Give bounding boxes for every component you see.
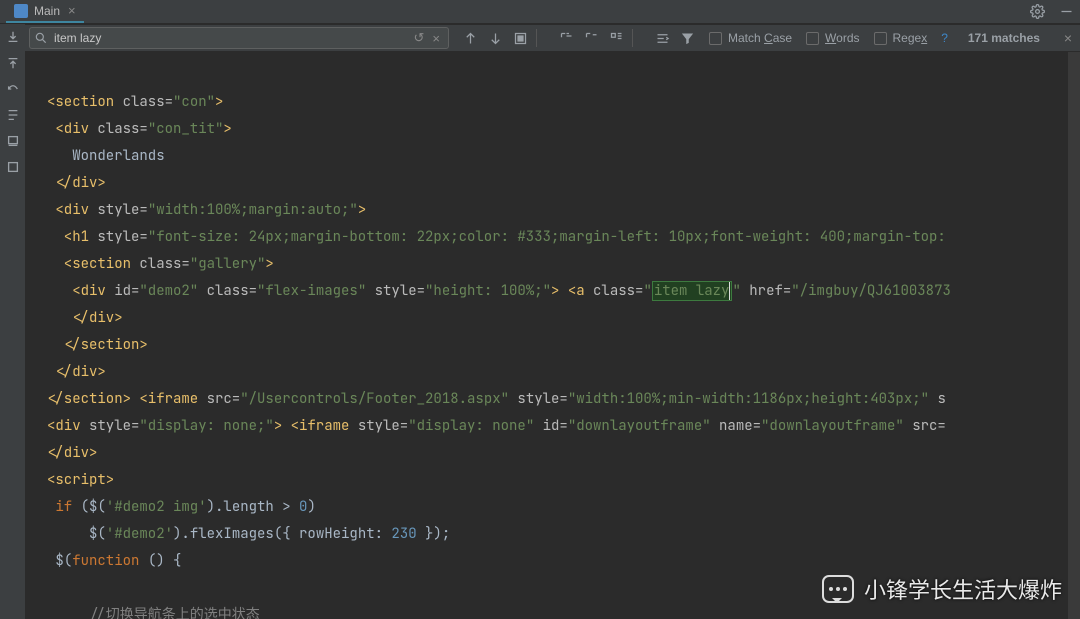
left-gutter [0,24,25,619]
toggle-style-icon[interactable] [655,31,670,46]
search-box[interactable]: ↺ × [29,27,449,49]
match-case-label: Match Case [728,31,792,45]
search-history-icon[interactable]: ↺ [410,30,429,46]
code-editor[interactable]: <section class="con"> <div class="con_ti… [25,52,1080,619]
scrollbar[interactable] [1068,52,1080,619]
filter-icon[interactable] [680,31,695,46]
wechat-icon [822,575,854,603]
separator [632,29,633,47]
watermark-text: 小锋学长生活大爆炸 [864,573,1062,605]
gutter-icon[interactable] [6,56,20,70]
separator [536,29,537,47]
regex-help-icon[interactable]: ? [941,31,948,45]
search-icon [34,31,48,45]
gutter-icon[interactable] [6,108,20,122]
gutter-icon[interactable] [6,82,20,96]
gutter-icon[interactable] [6,30,20,44]
words-checkbox[interactable]: Words [806,31,859,45]
tab-title: Main [34,4,60,18]
tab-main[interactable]: Main × [6,0,84,23]
match-case-checkbox[interactable]: Match Case [709,31,792,45]
search-clear-icon[interactable]: × [428,31,444,46]
file-icon [14,4,28,18]
add-selection-icon[interactable] [559,31,574,46]
prev-match-icon[interactable] [463,31,478,46]
select-all-icon[interactable] [513,31,528,46]
regex-checkbox[interactable]: Regex [874,31,928,45]
search-input[interactable] [48,31,410,45]
tab-bar: Main × [0,0,1080,24]
gutter-icon[interactable] [6,134,20,148]
select-occurrences-icon[interactable] [609,31,624,46]
match-count: 171 matches [968,31,1040,45]
gear-icon[interactable] [1030,4,1045,19]
next-match-icon[interactable] [488,31,503,46]
find-bar: ↺ × Match Case [25,24,1080,52]
regex-label: Regex [893,31,928,45]
minimize-icon[interactable] [1059,4,1074,19]
tab-close-icon[interactable]: × [68,3,76,18]
search-highlight: item lazy [652,281,733,301]
words-label: Words [825,31,859,45]
gutter-icon[interactable] [6,160,20,174]
remove-selection-icon[interactable] [584,31,599,46]
watermark: 小锋学长生活大爆炸 [822,573,1062,605]
find-close-icon[interactable]: × [1064,30,1072,46]
